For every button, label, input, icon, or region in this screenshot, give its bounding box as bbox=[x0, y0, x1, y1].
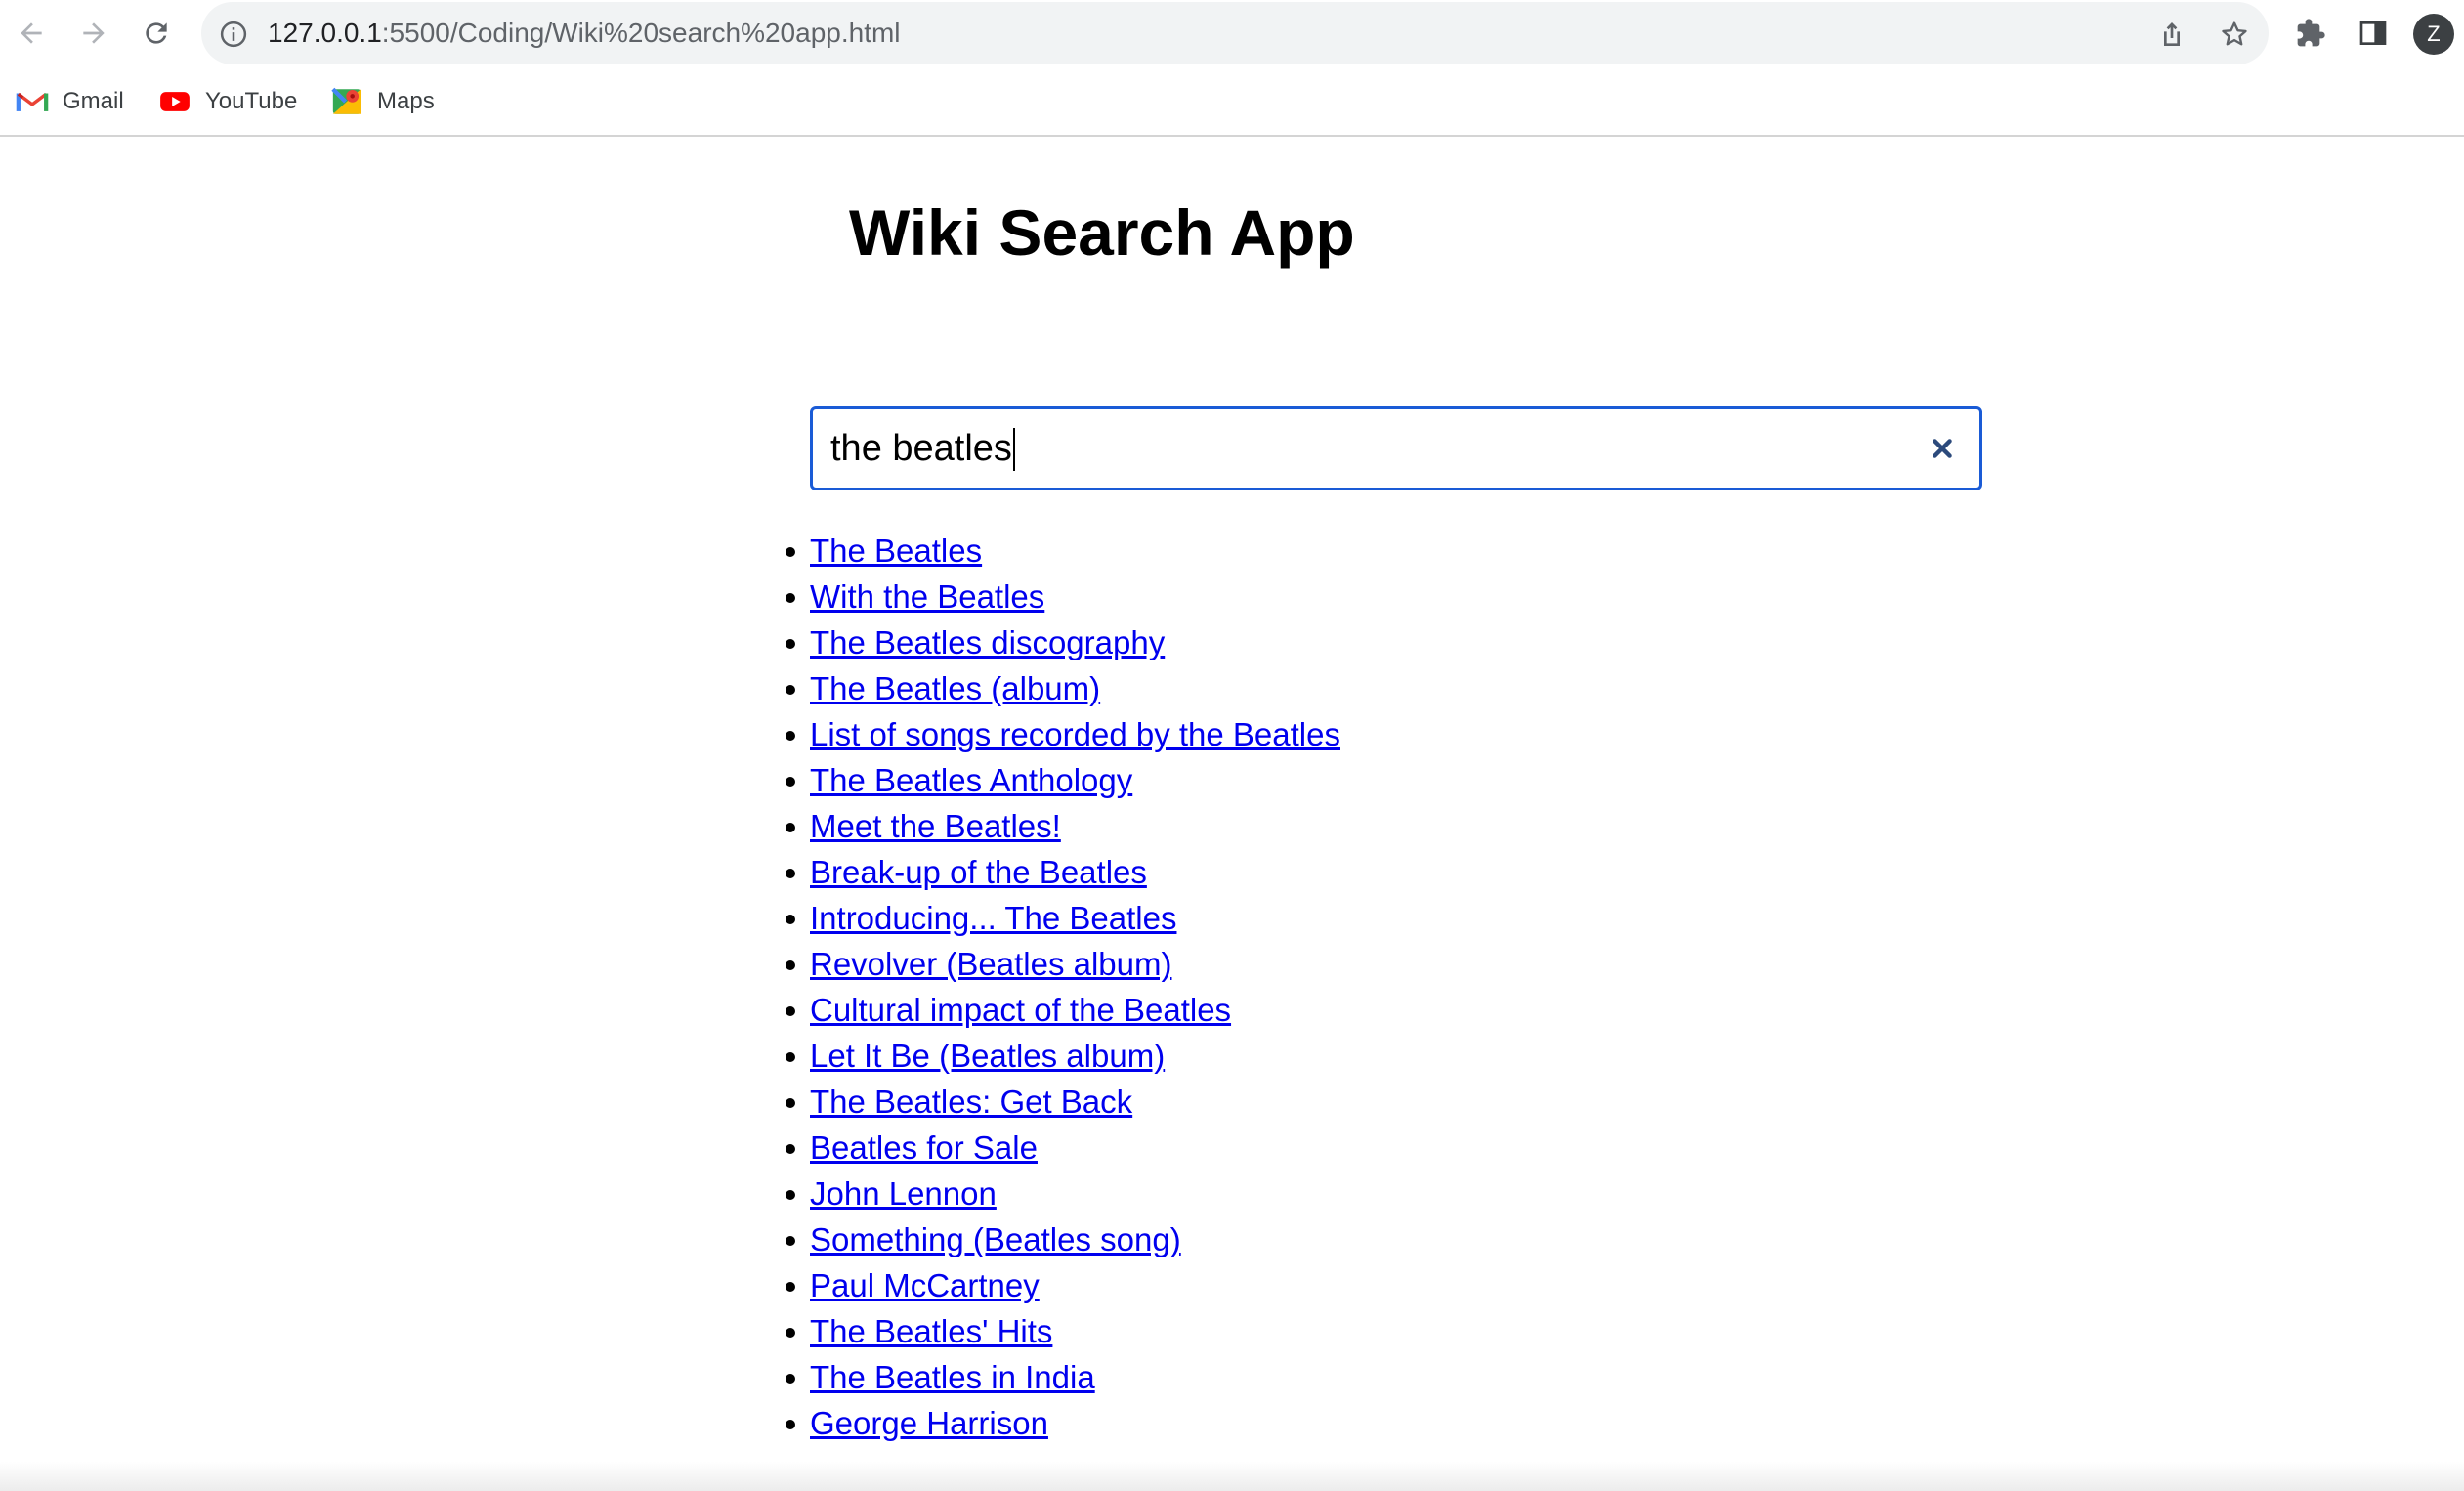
extensions-puzzle-icon bbox=[2297, 19, 2325, 47]
side-panel-icon bbox=[2359, 21, 2387, 45]
bookmark-star-button[interactable] bbox=[2218, 18, 2251, 51]
reload-icon bbox=[146, 22, 167, 44]
bookmark-maps[interactable]: Maps bbox=[330, 82, 435, 121]
list-item: Something (Beatles song) bbox=[786, 1216, 2080, 1262]
bookmark-youtube[interactable]: YouTube bbox=[158, 82, 297, 121]
list-item: George Harrison bbox=[786, 1400, 2080, 1446]
result-link[interactable]: The Beatles: Get Back bbox=[810, 1084, 1132, 1120]
list-item: The Beatles discography bbox=[786, 619, 2080, 665]
reload-button[interactable] bbox=[133, 10, 180, 57]
result-link[interactable]: With the Beatles bbox=[810, 578, 1044, 615]
result-link[interactable]: George Harrison bbox=[810, 1405, 1048, 1441]
list-item: John Lennon bbox=[786, 1171, 2080, 1216]
list-item: Revolver (Beatles album) bbox=[786, 941, 2080, 987]
close-x-icon bbox=[1933, 439, 1952, 458]
result-link[interactable]: The Beatles discography bbox=[810, 624, 1165, 660]
result-link[interactable]: Paul McCartney bbox=[810, 1267, 1040, 1303]
share-button[interactable] bbox=[2155, 18, 2188, 51]
list-item: With the Beatles bbox=[786, 574, 2080, 619]
search-box bbox=[810, 406, 1982, 490]
result-link[interactable]: List of songs recorded by the Beatles bbox=[810, 716, 1340, 752]
result-link[interactable]: Let It Be (Beatles album) bbox=[810, 1038, 1165, 1074]
list-item: The Beatles bbox=[786, 528, 2080, 574]
text-caret bbox=[1012, 428, 1015, 471]
list-item: Cultural impact of the Beatles bbox=[786, 987, 2080, 1033]
result-link[interactable]: Beatles for Sale bbox=[810, 1129, 1038, 1166]
extensions-button[interactable] bbox=[2291, 14, 2330, 53]
url-path: :5500/Coding/Wiki%20search%20app.html bbox=[381, 18, 901, 48]
result-link[interactable]: The Beatles' Hits bbox=[810, 1313, 1052, 1349]
site-info-icon[interactable] bbox=[219, 20, 248, 49]
bookmark-label: Maps bbox=[377, 88, 435, 114]
result-link[interactable]: Something (Beatles song) bbox=[810, 1221, 1181, 1257]
back-arrow-icon bbox=[21, 22, 42, 44]
gmail-icon bbox=[16, 92, 49, 111]
maps-icon bbox=[331, 87, 361, 114]
profile-avatar[interactable]: Z bbox=[2413, 14, 2454, 55]
bookmark-label: YouTube bbox=[205, 88, 298, 114]
result-link[interactable]: The Beatles Anthology bbox=[810, 762, 1132, 798]
page-content: Wiki Search App The Beatles With the Beat… bbox=[0, 139, 2464, 1491]
result-link[interactable]: The Beatles bbox=[810, 532, 982, 569]
result-link[interactable]: Introducing... The Beatles bbox=[810, 900, 1176, 936]
address-bar[interactable]: 127.0.0.1:5500/Coding/Wiki%20search%20ap… bbox=[201, 2, 2269, 64]
list-item: Let It Be (Beatles album) bbox=[786, 1033, 2080, 1079]
list-item: The Beatles' Hits bbox=[786, 1308, 2080, 1354]
window-bottom-edge bbox=[0, 1462, 2464, 1491]
list-item: Paul McCartney bbox=[786, 1262, 2080, 1308]
bookmark-label: Gmail bbox=[63, 88, 124, 114]
url-text[interactable]: 127.0.0.1:5500/Coding/Wiki%20search%20ap… bbox=[268, 2, 901, 64]
list-item: List of songs recorded by the Beatles bbox=[786, 711, 2080, 757]
result-link[interactable]: John Lennon bbox=[810, 1175, 997, 1212]
forward-arrow-icon bbox=[83, 22, 105, 44]
list-item: The Beatles: Get Back bbox=[786, 1079, 2080, 1125]
list-item: Beatles for Sale bbox=[786, 1125, 2080, 1171]
youtube-icon bbox=[160, 92, 190, 111]
list-item: Introducing... The Beatles bbox=[786, 895, 2080, 941]
search-results-list: The Beatles With the Beatles The Beatles d… bbox=[786, 528, 2080, 1446]
result-link[interactable]: The Beatles in India bbox=[810, 1359, 1095, 1395]
share-icon bbox=[2164, 22, 2180, 46]
result-link[interactable]: Meet the Beatles! bbox=[810, 808, 1061, 844]
side-panel-button[interactable] bbox=[2354, 14, 2393, 53]
star-icon bbox=[2222, 21, 2247, 46]
result-link[interactable]: The Beatles (album) bbox=[810, 670, 1100, 706]
result-link[interactable]: Revolver (Beatles album) bbox=[810, 946, 1171, 982]
url-host: 127.0.0.1 bbox=[268, 18, 382, 48]
back-button[interactable] bbox=[8, 10, 55, 57]
bookmark-gmail[interactable]: Gmail bbox=[16, 82, 124, 121]
search-input[interactable] bbox=[830, 409, 1886, 488]
result-link[interactable]: Cultural impact of the Beatles bbox=[810, 992, 1231, 1028]
browser-toolbar: 127.0.0.1:5500/Coding/Wiki%20search%20ap… bbox=[0, 0, 2464, 66]
list-item: The Beatles Anthology bbox=[786, 757, 2080, 803]
list-item: The Beatles (album) bbox=[786, 665, 2080, 711]
forward-button[interactable] bbox=[70, 10, 117, 57]
list-item: Break-up of the Beatles bbox=[786, 849, 2080, 895]
bookmarks-bar: Gmail YouTube Maps bbox=[0, 66, 2464, 137]
list-item: Meet the Beatles! bbox=[786, 803, 2080, 849]
page-title: Wiki Search App bbox=[849, 196, 1355, 269]
result-link[interactable]: Break-up of the Beatles bbox=[810, 854, 1147, 890]
clear-search-button[interactable] bbox=[1927, 433, 1958, 464]
list-item: The Beatles in India bbox=[786, 1354, 2080, 1400]
